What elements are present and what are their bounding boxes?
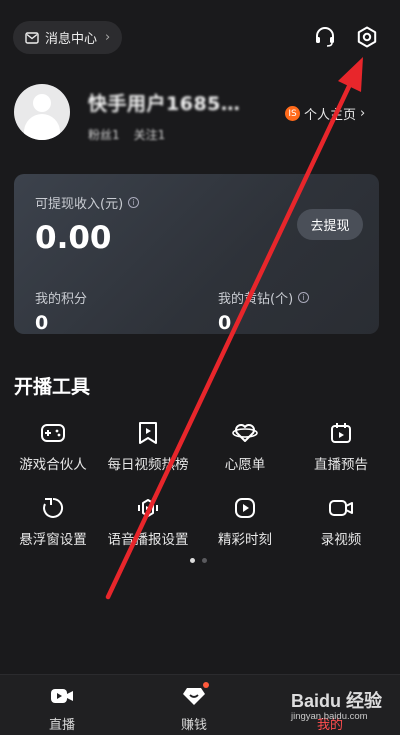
avatar[interactable] [14, 84, 70, 140]
tab-label: 直播 [48, 718, 75, 733]
page-dot-active[interactable] [190, 558, 195, 563]
page-indicator [190, 558, 207, 563]
income-label-row: 可提现收入(元) i [35, 193, 140, 212]
message-center-button[interactable]: 消息中心 › [13, 21, 123, 54]
fans-count[interactable]: 粉丝1 [88, 126, 120, 143]
tool-label: 游戏合伙人 [19, 457, 87, 473]
info-icon[interactable]: i [128, 197, 140, 208]
voice-broadcast-icon [134, 494, 162, 522]
avatar-head-shape [33, 94, 51, 112]
points-value: 0 [35, 312, 49, 334]
wallet-card[interactable]: 可提现收入(元) i 0.00 去提现 我的积分 0 我的黄钻(个) i 0 [14, 174, 379, 334]
tool-voice-broadcast[interactable]: 语音播报设置 [98, 494, 198, 548]
tool-live-preview[interactable]: 直播预告 [291, 419, 391, 473]
tool-label: 心愿单 [224, 457, 266, 473]
tool-label: 直播预告 [314, 457, 368, 473]
income-label: 可提现收入(元) [35, 197, 124, 212]
baidu-jingyan-watermark: Baidu 经验 jingyan.baidu.com [291, 687, 382, 722]
tools-section-title: 开播工具 [14, 376, 91, 398]
chevron-right-icon: › [105, 30, 111, 45]
withdraw-button[interactable]: 去提现 [297, 209, 363, 240]
tool-daily-hot-videos[interactable]: 每日视频热榜 [98, 419, 198, 473]
heart-ring-icon [231, 419, 259, 447]
calendar-play-icon [327, 419, 355, 447]
tab-live[interactable]: 直播 [22, 683, 102, 733]
tool-wishlist[interactable]: 心愿单 [195, 419, 295, 473]
message-center-label: 消息中心 [45, 32, 98, 47]
tool-floating-window[interactable]: 悬浮窗设置 [3, 494, 103, 548]
avatar-body-shape [24, 114, 60, 140]
tool-highlights[interactable]: 精彩时刻 [195, 494, 295, 548]
headset-icon[interactable] [312, 24, 338, 50]
gamepad-icon [39, 419, 67, 447]
homepage-label: 个人主页 [304, 108, 357, 123]
notification-dot [203, 682, 209, 688]
tool-label: 悬浮窗设置 [19, 532, 87, 548]
video-record-icon [327, 494, 355, 522]
tool-label: 录视频 [320, 532, 362, 548]
level-badge-icon: IS [285, 106, 300, 121]
tool-label: 每日视频热榜 [107, 457, 189, 473]
tool-label: 精彩时刻 [218, 532, 272, 548]
bookmark-play-icon [134, 419, 162, 447]
income-value: 0.00 [35, 220, 112, 256]
points-label-text: 我的积分 [35, 292, 88, 307]
diamond-icon [181, 682, 209, 709]
watermark-title: Baidu 经验 [290, 691, 382, 711]
profile-stats: 粉丝1 关注1 [88, 126, 165, 143]
info-icon[interactable]: i [298, 292, 310, 303]
diamond-value: 0 [218, 312, 232, 334]
floating-window-icon [39, 494, 67, 522]
following-count[interactable]: 关注1 [134, 126, 166, 143]
tool-record-video[interactable]: 录视频 [291, 494, 391, 548]
live-camera-icon [49, 683, 75, 709]
diamond-label: 我的黄钻(个) [218, 292, 294, 307]
username: 快手用户1685… [88, 93, 241, 115]
diamond-label-row: 我的黄钻(个) i [218, 288, 310, 307]
page-dot[interactable] [202, 558, 207, 563]
tool-game-partner[interactable]: 游戏合伙人 [3, 419, 103, 473]
tab-earn[interactable]: 赚钱 [154, 682, 234, 733]
envelope-icon [25, 31, 39, 44]
homepage-link[interactable]: IS 个人主页 › [285, 104, 365, 123]
tool-label: 语音播报设置 [107, 532, 189, 548]
points-label: 我的积分 [35, 288, 87, 307]
settings-icon[interactable] [354, 24, 380, 50]
highlight-play-icon [231, 494, 259, 522]
chevron-right-icon: › [360, 106, 366, 121]
tab-label: 赚钱 [180, 718, 207, 733]
